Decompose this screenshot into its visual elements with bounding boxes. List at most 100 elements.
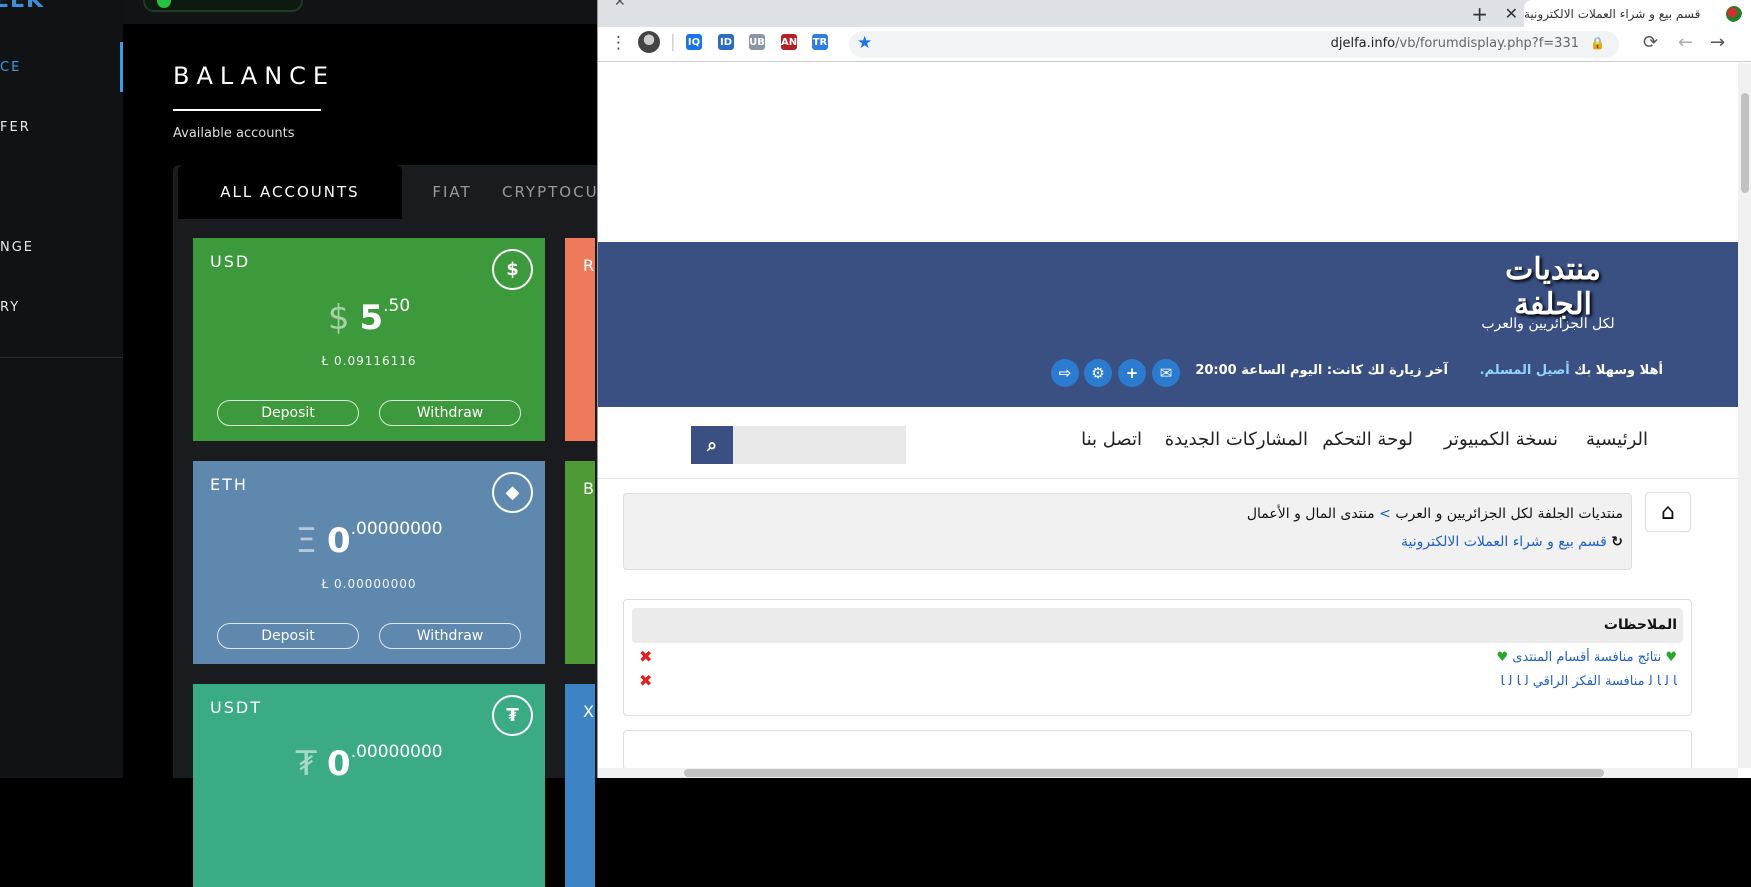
card-amount: $5.50 (327, 295, 411, 338)
deposit-button[interactable]: Deposit (217, 623, 359, 649)
settings-icon[interactable]: ⚙ (1084, 359, 1112, 387)
breadcrumb-path: منتديات الجلفة لكل الجزائريين و العرب > … (1246, 506, 1623, 522)
status-pill[interactable] (143, 0, 303, 12)
account-card-partial[interactable]: R (565, 238, 595, 441)
forward-icon[interactable]: ← (1678, 32, 1693, 53)
site-favicon-icon (1726, 6, 1742, 22)
new-tab-icon[interactable]: + (1471, 2, 1488, 26)
forum-logo[interactable]: منتديات الجلفة (1478, 252, 1628, 322)
back-icon[interactable]: → (1710, 32, 1725, 53)
card-btc-equivalent: Ł 0.09116116 (321, 354, 417, 368)
extension-chart-icon[interactable]: AN (781, 34, 797, 50)
notices-box: الملاحظات ♥ نتائج منافسة أقسام المنتدى ♥… (623, 599, 1692, 716)
extension-shield-icon[interactable]: UB (749, 34, 765, 50)
title-underline (173, 109, 321, 111)
currency-symbol: ₮ (295, 744, 318, 784)
account-card-partial[interactable]: B (565, 461, 595, 664)
tab-title: قسم بيع و شراء العملات الالكترونية (1524, 6, 1701, 21)
menu-dots-icon[interactable]: ⋮ (610, 33, 627, 53)
horizontal-scrollbar[interactable] (598, 768, 1738, 778)
balance-panel: BALANCE Available accounts ALL ACCOUNTS … (123, 0, 597, 887)
welcome-text: أهلا وسهلا بك أصيل المسلم. (1479, 363, 1663, 378)
page-title: BALANCE (173, 62, 336, 90)
withdraw-button[interactable]: Withdraw (379, 400, 521, 426)
card-amount: ₮ 0.00000000 (295, 741, 443, 784)
accounts-subtitle: Available accounts (173, 126, 295, 141)
sidebar-divider (0, 357, 123, 358)
sidebar-item-history[interactable]: RY (0, 282, 123, 332)
tab-fiat[interactable]: FIAT (402, 165, 502, 219)
app-logo: EEK® (0, 0, 54, 13)
extension-id-icon[interactable]: ID (718, 34, 734, 50)
deposit-button[interactable]: Deposit (217, 400, 359, 426)
browser-tab-active[interactable]: قسم بيع و شراء العملات الالكترونية (1524, 0, 1751, 27)
card-currency-code: USDT (210, 698, 262, 717)
url-text: djelfa.info/vb/forumdisplay.php?f=331 (1330, 36, 1579, 51)
dismiss-icon[interactable]: ✖ (639, 671, 652, 690)
sidebar-item-transfer[interactable]: FER (0, 102, 123, 152)
vertical-scrollbar[interactable] (1738, 63, 1751, 768)
dismiss-icon[interactable]: ✖ (639, 647, 652, 666)
notice-link[interactable]: ♥ نتائج منافسة أقسام المنتدى ♥ (1497, 650, 1678, 665)
close-icon[interactable]: ✕ (614, 0, 626, 10)
currency-symbol: $ (327, 298, 350, 338)
bookmark-star-icon[interactable]: ★ (857, 33, 872, 53)
messages-icon[interactable]: ✉ (1152, 359, 1180, 387)
account-tabs: ALL ACCOUNTS FIAT CRYPTOCU (173, 165, 597, 219)
card-currency-code: USD (210, 252, 251, 271)
nav-control-panel[interactable]: لوحة التحكم (1322, 429, 1413, 450)
refresh-icon[interactable]: ↻ (1611, 534, 1623, 550)
nav-contact-us[interactable]: اتصل بنا (1081, 429, 1142, 450)
forum-threads-box (623, 730, 1692, 768)
add-user-icon[interactable]: + (1118, 359, 1146, 387)
browser-window: ✕ + ✕ قسم بيع و شراء العملات الالكترونية… (597, 0, 1751, 778)
close-tab-icon[interactable]: ✕ (1505, 4, 1518, 23)
notice-link[interactable]: ﺎ ﻟ ﺎ ﻟ منافسة الفكر الراقي ﻟ ﺎ ﻟ ﺎ (1500, 674, 1677, 689)
nav-new-posts[interactable]: المشاركات الجديدة (1165, 429, 1308, 450)
app-sidebar: EEK® CE FER NGE RY (0, 0, 123, 778)
last-visit-text: آخر زيارة لك كانت: اليوم الساعة 20:00 (1195, 363, 1448, 378)
profile-avatar[interactable] (638, 31, 660, 53)
home-icon[interactable]: ⌂ (1645, 492, 1691, 532)
account-card-partial[interactable]: X (565, 684, 595, 887)
ethereum-icon: ◆ (492, 472, 533, 513)
logout-icon[interactable]: ⇨ (1051, 359, 1079, 387)
web-page: منتديات الجلفة لكل الجزائريين والعرب أهل… (598, 63, 1738, 768)
notices-title: الملاحظات (632, 608, 1683, 643)
status-dot-icon (157, 0, 171, 8)
withdraw-button[interactable]: Withdraw (379, 623, 521, 649)
scrollbar-thumb[interactable] (684, 769, 1604, 777)
extension-iq-icon[interactable]: IQ (686, 34, 702, 50)
nav-home[interactable]: الرئيسية (1586, 429, 1648, 450)
tab-crypto[interactable]: CRYPTOCU (502, 165, 597, 219)
lock-icon[interactable]: 🔒 (1590, 36, 1605, 50)
breadcrumb-current[interactable]: ↻ قسم بيع و شراء العملات الالكترونية (1401, 534, 1623, 550)
reload-icon[interactable]: ⟳ (1643, 32, 1658, 53)
card-amount: Ξ 0.00000000 (295, 518, 443, 561)
sidebar-item-balance[interactable]: CE (0, 42, 123, 92)
account-card-eth[interactable]: ETH ◆ Ξ 0.00000000 Ł 0.00000000 Deposit W… (193, 461, 545, 664)
username-link[interactable]: أصيل المسلم. (1480, 363, 1570, 378)
scrollbar-thumb[interactable] (1741, 93, 1749, 193)
forum-logo-tagline: لكل الجزائريين والعرب (1481, 316, 1615, 332)
nav-desktop-version[interactable]: نسخة الكمبيوتر (1444, 429, 1558, 450)
extension-trend-icon[interactable]: TR (812, 34, 828, 50)
currency-symbol: Ξ (295, 521, 317, 561)
card-btc-equivalent: Ł 0.00000000 (321, 577, 417, 591)
cards-container: USD $ $5.50 Ł 0.09116116 Deposit Withdra… (173, 219, 597, 887)
tab-all-accounts[interactable]: ALL ACCOUNTS (178, 165, 402, 219)
account-card-usd[interactable]: USD $ $5.50 Ł 0.09116116 Deposit Withdra… (193, 238, 545, 441)
breadcrumb-root[interactable]: منتديات الجلفة لكل الجزائريين و العرب (1395, 506, 1623, 522)
dollar-icon: $ (492, 249, 533, 290)
top-strip (123, 0, 597, 24)
address-bar[interactable]: ★ djelfa.info/vb/forumdisplay.php?f=331 … (849, 31, 1619, 58)
search-icon[interactable]: ⌕ (691, 426, 733, 464)
sidebar-item-exchange[interactable]: NGE (0, 222, 123, 272)
account-card-usdt[interactable]: USDT ₮ ₮ 0.00000000 (193, 684, 545, 887)
toolbar-divider: | (670, 32, 676, 52)
browser-tab-bar: ✕ + ✕ قسم بيع و شراء العملات الالكترونية (598, 0, 1751, 27)
tether-icon: ₮ (492, 695, 533, 736)
breadcrumb: منتديات الجلفة لكل الجزائريين و العرب > … (623, 493, 1632, 570)
breadcrumb-section[interactable]: منتدى المال و الأعمال (1247, 506, 1375, 522)
forum-header-banner: منتديات الجلفة لكل الجزائريين والعرب أهل… (598, 242, 1738, 407)
